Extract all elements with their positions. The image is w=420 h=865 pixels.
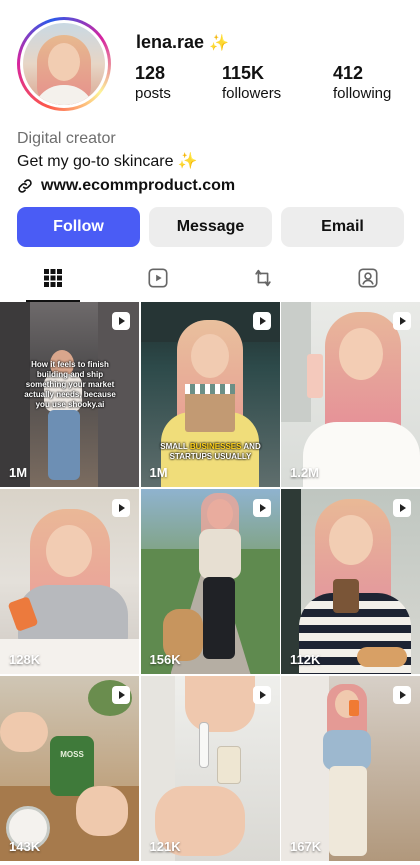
reel-icon	[392, 685, 412, 705]
post-tile[interactable]: MOSS 143K	[0, 676, 139, 861]
profile-header: lena.rae ✨ 128 posts 115K followers 412 …	[0, 0, 420, 130]
view-count: 1.2M	[290, 465, 319, 480]
view-count: 128K	[9, 652, 41, 667]
reel-icon	[252, 498, 272, 518]
bio-link[interactable]: www.ecommproduct.com	[17, 175, 407, 197]
tagged-icon	[357, 267, 379, 294]
stat-followers[interactable]: 115K followers	[222, 62, 333, 104]
bio-text-row: Get my go-to skincare ✨	[17, 151, 407, 173]
view-count: 143K	[9, 839, 41, 854]
reel-icon	[252, 685, 272, 705]
post-tile[interactable]: 128K	[0, 489, 139, 674]
post-caption: How it feels to finish building and ship…	[24, 360, 116, 409]
stat-posts-label: posts	[135, 85, 171, 102]
post-tile[interactable]: SMALL BUSINESSES AND STARTUPS USUALLY 1M	[140, 302, 280, 487]
link-icon	[17, 178, 33, 194]
follow-button[interactable]: Follow	[17, 207, 140, 247]
bio-text: Get my go-to skincare	[17, 153, 174, 170]
view-count: 121K	[149, 839, 181, 854]
posts-grid: How it feels to finish building and ship…	[0, 302, 420, 861]
stat-following[interactable]: 412 following	[333, 62, 420, 104]
tab-reposts[interactable]	[210, 258, 315, 302]
tab-tagged[interactable]	[315, 258, 420, 302]
avatar[interactable]	[17, 17, 111, 111]
grid-icon	[43, 268, 63, 293]
reel-icon	[111, 685, 131, 705]
reel-icon	[111, 311, 131, 331]
profile-stats: 128 posts 115K followers 412 following	[135, 62, 420, 104]
bio-link-text: www.ecommproduct.com	[41, 177, 236, 194]
view-count: 1M	[9, 465, 28, 480]
post-tile[interactable]: 167K	[281, 676, 420, 861]
username: lena.rae	[136, 32, 205, 52]
bio-category: Digital creator	[17, 130, 116, 147]
tab-grid[interactable]	[0, 258, 105, 302]
reel-icon	[392, 311, 412, 331]
stat-followers-label: followers	[222, 85, 282, 102]
tab-reels[interactable]	[105, 258, 210, 302]
reel-icon	[252, 311, 272, 331]
view-count: 1M	[149, 465, 168, 480]
view-count: 156K	[149, 652, 181, 667]
reels-icon	[147, 267, 169, 294]
stat-following-value: 412	[333, 63, 364, 83]
message-button[interactable]: Message	[149, 207, 272, 247]
product-label: MOSS	[60, 750, 84, 759]
profile-tabs	[0, 258, 420, 302]
stat-followers-value: 115K	[222, 63, 265, 83]
post-tile[interactable]: How it feels to finish building and ship…	[0, 302, 139, 487]
username-row: lena.rae ✨	[136, 32, 229, 53]
view-count: 167K	[290, 839, 322, 854]
view-count: 112K	[290, 652, 321, 667]
post-tile[interactable]: 112K	[281, 489, 420, 674]
stat-posts-value: 128	[135, 63, 166, 83]
sparkle-emoji: ✨	[209, 34, 229, 52]
reel-icon	[111, 498, 131, 518]
reposts-icon	[252, 267, 274, 294]
post-tile[interactable]: 121K	[140, 676, 280, 861]
email-button[interactable]: Email	[281, 207, 404, 247]
bio-sparkle-emoji: ✨	[177, 153, 198, 170]
profile-actions: Follow Message Email	[17, 207, 404, 247]
post-tile[interactable]: 156K	[140, 489, 280, 674]
reel-icon	[392, 498, 412, 518]
stat-following-label: following	[333, 85, 392, 102]
post-tile[interactable]: 1.2M	[281, 302, 420, 487]
bio: Digital creator Get my go-to skincare ✨ …	[17, 129, 407, 197]
post-caption: SMALL BUSINESSES AND STARTUPS USUALLY	[160, 442, 261, 461]
stat-posts[interactable]: 128 posts	[135, 62, 222, 104]
